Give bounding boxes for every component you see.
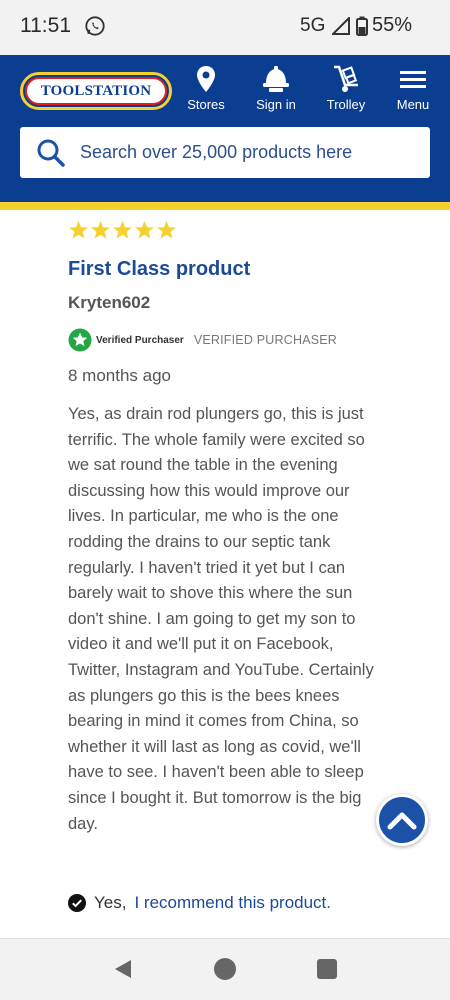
review-body: Yes, as drain rod plungers go, this is j…: [68, 405, 374, 833]
review-title: First Class product: [68, 258, 251, 280]
verified-badge-label: Verified Purchaser: [96, 334, 184, 346]
nav-trolley[interactable]: Trolley: [311, 65, 381, 112]
nav-menu[interactable]: Menu: [378, 65, 448, 112]
verified-star-badge-icon: [68, 328, 92, 352]
hamburger-menu-icon: [400, 71, 426, 88]
nav-stores-label: Stores: [187, 97, 225, 112]
network-type: 5G: [300, 15, 326, 36]
recommend-row: Yes, I recommend this product.: [68, 893, 331, 913]
star-icon: [113, 220, 132, 239]
star-icon: [135, 220, 154, 239]
nav-sign-in-label: Sign in: [256, 97, 296, 112]
star-icon: [157, 220, 176, 239]
battery-icon: [356, 16, 368, 36]
check-circle-icon: [68, 894, 86, 912]
star-rating: [68, 220, 177, 242]
chevron-up-icon: [387, 812, 417, 830]
nav-stores[interactable]: Stores: [171, 65, 241, 112]
trolley-icon: [334, 65, 358, 92]
logo-text: TOOLSTATION: [40, 82, 152, 99]
search-input[interactable]: [80, 142, 400, 163]
recommend-text[interactable]: I recommend this product.: [134, 893, 331, 913]
status-time: 11:51: [20, 14, 71, 37]
search-bar[interactable]: [20, 127, 430, 178]
battery-percent: 55%: [372, 14, 413, 36]
header-yellow-strip: [0, 202, 450, 210]
toolstation-logo[interactable]: TOOLSTATION: [20, 72, 172, 110]
status-bar: 11:51 5G 55%: [0, 0, 450, 55]
nav-menu-label: Menu: [396, 97, 430, 112]
verified-purchaser-row: Verified Purchaser VERIFIED PURCHASER: [68, 328, 337, 352]
star-icon: [91, 220, 110, 239]
review-date: 8 months ago: [68, 366, 172, 385]
search-icon[interactable]: [36, 138, 66, 168]
review-author: Kryten602: [68, 293, 151, 312]
nav-trolley-label: Trolley: [326, 97, 366, 112]
signal-icon: [332, 17, 350, 35]
recents-icon[interactable]: [317, 959, 337, 979]
site-header: TOOLSTATION Stores Sign in Trolley Menu …: [0, 55, 450, 202]
verified-purchaser-text: VERIFIED PURCHASER: [193, 333, 338, 347]
hard-hat-icon: [263, 66, 289, 92]
whatsapp-icon: [85, 16, 105, 36]
scroll-to-top-button[interactable]: [376, 794, 428, 846]
nav-sign-in[interactable]: Sign in: [241, 65, 311, 112]
location-pin-icon: [197, 66, 215, 92]
recommend-yes: Yes,: [94, 893, 127, 912]
home-icon[interactable]: [214, 958, 236, 980]
back-icon[interactable]: [112, 958, 134, 980]
star-icon: [69, 220, 88, 239]
system-nav-bar: [0, 939, 450, 1000]
